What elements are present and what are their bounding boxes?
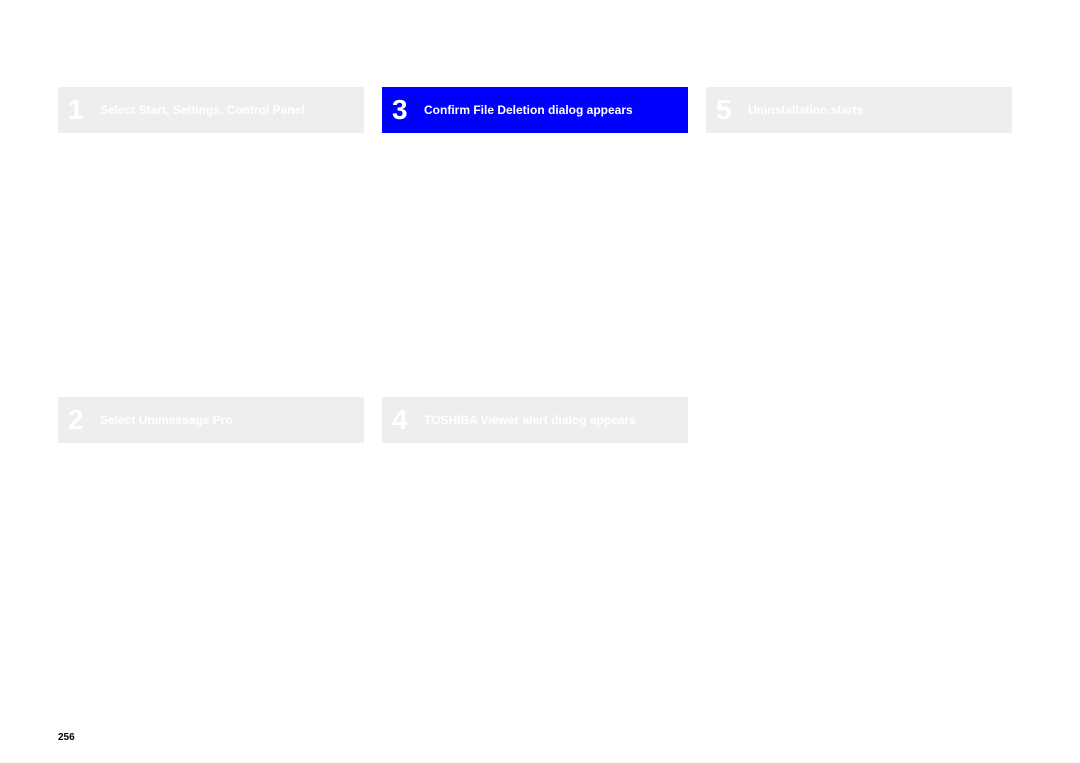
page-content: 1 Select Start, Settings, Control Panel … <box>58 87 1012 443</box>
step-2-header: 2 Select Unimessage Pro <box>58 397 364 443</box>
column-3: 5 Uninstallation starts <box>706 87 1012 443</box>
step-3-title: Confirm File Deletion dialog appears <box>420 103 633 117</box>
step-5-title: Uninstallation starts <box>744 103 863 117</box>
step-5-header: 5 Uninstallation starts <box>706 87 1012 133</box>
column-1: 1 Select Start, Settings, Control Panel … <box>58 87 364 443</box>
step-1-number: 1 <box>66 94 96 126</box>
step-1-header: 1 Select Start, Settings, Control Panel <box>58 87 364 133</box>
step-4-number: 4 <box>390 404 420 436</box>
step-3-body <box>382 133 688 397</box>
column-2: 3 Confirm File Deletion dialog appears 4… <box>382 87 688 443</box>
page-number: 256 <box>58 732 75 743</box>
step-1-body <box>58 133 364 397</box>
step-2-number: 2 <box>66 404 96 436</box>
step-3-number: 3 <box>390 94 420 126</box>
step-4-title: TOSHIBA Viewer alert dialog appears <box>420 413 636 427</box>
step-4-header: 4 TOSHIBA Viewer alert dialog appears <box>382 397 688 443</box>
step-1-title: Select Start, Settings, Control Panel <box>96 103 305 117</box>
step-3-header: 3 Confirm File Deletion dialog appears <box>382 87 688 133</box>
steps-columns: 1 Select Start, Settings, Control Panel … <box>58 87 1012 443</box>
step-2-title: Select Unimessage Pro <box>96 413 233 427</box>
step-5-number: 5 <box>714 94 744 126</box>
